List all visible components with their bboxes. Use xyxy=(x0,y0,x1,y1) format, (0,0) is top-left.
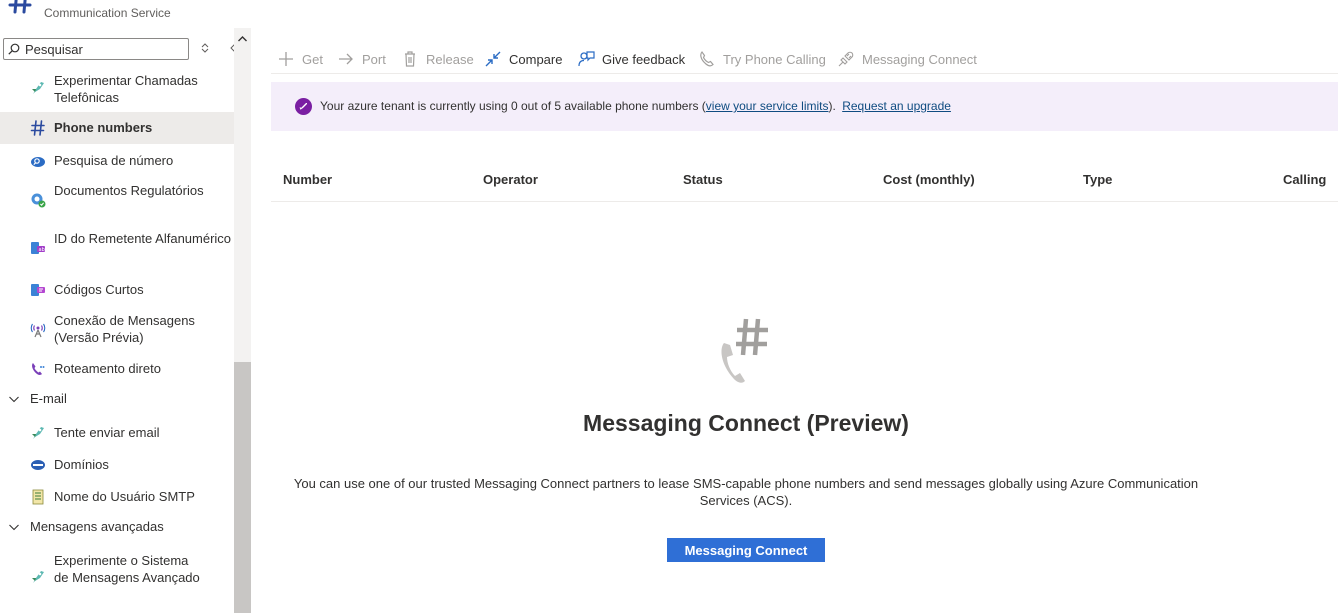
sidebar-item-short-codes[interactable]: Códigos Curtos xyxy=(0,274,234,306)
sidebar-item-label: Experimentar Chamadas Telefônicas xyxy=(54,73,198,105)
sidebar-nav: Experimentar Chamadas Telefônicas Phone … xyxy=(0,68,234,613)
smtp-icon xyxy=(29,488,47,506)
sidebar-group-advanced-messaging[interactable]: Mensagens avançadas xyxy=(0,513,234,541)
sidebar-item-label: Conexão de Mensagens (Versão Prévia) xyxy=(54,313,195,345)
sender-id-icon: ab xyxy=(29,239,47,257)
sidebar-group-label: E-mail xyxy=(30,391,67,406)
get-button-label: Get xyxy=(302,51,323,67)
number-search-icon xyxy=(29,152,47,170)
domains-icon xyxy=(29,456,47,474)
svg-text:ab: ab xyxy=(39,247,45,253)
broadcast-icon xyxy=(29,321,47,339)
short-codes-icon xyxy=(29,281,47,299)
messaging-connect-toolbar-label: Messaging Connect xyxy=(862,51,977,67)
sidebar-item-label: Phone numbers xyxy=(54,120,153,135)
column-header-operator[interactable]: Operator xyxy=(483,172,538,187)
try-phone-calling-button-label: Try Phone Calling xyxy=(723,51,826,67)
column-header-status[interactable]: Status xyxy=(683,172,723,187)
empty-state-title: Messaging Connect (Preview) xyxy=(583,410,909,436)
search-input[interactable] xyxy=(25,41,175,57)
sidebar-item-try-email[interactable]: Tente enviar email xyxy=(0,417,234,449)
sidebar-item-label: ID do Remetente Alfanumérico xyxy=(54,231,232,246)
chevron-down-icon xyxy=(9,396,19,403)
rocket-icon xyxy=(29,424,47,442)
give-feedback-button[interactable]: Give feedback xyxy=(577,48,685,70)
sidebar-item-direct-routing[interactable]: Roteamento direto xyxy=(0,354,234,384)
banner-message: Your azure tenant is currently using 0 o… xyxy=(320,99,706,113)
sidebar-item-messaging-connect[interactable]: Conexão de Mensagens (Versão Prévia) xyxy=(0,308,234,352)
sidebar-item-regulatory-documents[interactable]: Documentos Regulatórios xyxy=(0,178,234,222)
release-button-label: Release xyxy=(426,51,474,67)
sidebar-item-try-advanced-messaging[interactable]: Experimente o Sistema de Mensagens Avanç… xyxy=(0,547,234,607)
scrollbar-thumb[interactable] xyxy=(234,362,251,613)
sidebar-item-number-search[interactable]: Pesquisa de número xyxy=(0,145,234,177)
sidebar-item-phone-numbers[interactable]: Phone numbers xyxy=(0,112,234,144)
sidebar-group-label: Mensagens avançadas xyxy=(30,519,164,534)
app-window: Communication Service Experimentar Chama… xyxy=(0,0,1338,613)
sidebar-item-label: Domínios xyxy=(54,457,109,472)
column-header-number[interactable]: Number xyxy=(283,172,332,187)
banner-message-end: ). xyxy=(828,99,836,113)
view-service-limits-link[interactable]: view your service limits xyxy=(706,99,829,113)
trash-icon xyxy=(405,51,415,67)
request-upgrade-link[interactable]: Request an upgrade xyxy=(842,99,951,113)
release-button[interactable]: Release xyxy=(401,48,474,70)
compare-button[interactable]: Compare xyxy=(484,48,562,70)
sidebar-item-try-phone-calling[interactable]: Experimentar Chamadas Telefônicas xyxy=(0,68,234,108)
resource-type-subtitle: Communication Service xyxy=(44,6,171,20)
plus-icon xyxy=(279,52,293,66)
column-header-calling[interactable]: Calling xyxy=(1283,172,1326,187)
rocket-icon xyxy=(29,568,47,586)
sidebar-search[interactable] xyxy=(3,38,189,60)
empty-state-description: You can use one of our trusted Messaging… xyxy=(293,476,1199,508)
hash-icon xyxy=(8,0,32,14)
phone-numbers-table-header: Number Operator Status Cost (monthly) Ty… xyxy=(271,160,1338,202)
messaging-connect-toolbar-button[interactable]: Messaging Connect xyxy=(837,48,977,70)
give-feedback-button-label: Give feedback xyxy=(602,51,686,67)
arrow-right-icon xyxy=(339,53,353,65)
sidebar-item-domains[interactable]: Domínios xyxy=(0,449,234,481)
chevron-down-icon xyxy=(9,524,19,531)
column-header-cost[interactable]: Cost (monthly) xyxy=(883,172,975,187)
banner-text: Your azure tenant is currently using 0 o… xyxy=(320,99,951,113)
sidebar-item-label: Documentos Regulatórios xyxy=(54,183,204,198)
scroll-up-arrow-icon[interactable] xyxy=(237,34,248,44)
sidebar: Experimentar Chamadas Telefônicas Phone … xyxy=(0,28,251,613)
rocket-badge-icon xyxy=(295,98,312,115)
sidebar-item-label: Roteamento direto xyxy=(54,361,161,376)
get-button[interactable]: Get xyxy=(277,48,323,70)
sidebar-item-label: Experimente o Sistema de Mensagens Avanç… xyxy=(54,553,200,585)
sidebar-item-alphanumeric-sender-id[interactable]: ab ID do Remetente Alfanumérico xyxy=(0,226,234,270)
compare-button-label: Compare xyxy=(509,51,563,67)
port-button[interactable]: Port xyxy=(337,48,386,70)
phone-icon xyxy=(700,51,714,67)
column-header-type[interactable]: Type xyxy=(1083,172,1112,187)
sidebar-item-label: Tente enviar email xyxy=(54,425,160,440)
expand-collapse-toggle[interactable] xyxy=(197,40,213,56)
compare-arrows-icon xyxy=(485,51,501,67)
sidebar-item-label: Pesquisa de número xyxy=(54,153,174,168)
info-banner: Your azure tenant is currently using 0 o… xyxy=(271,82,1338,131)
port-button-label: Port xyxy=(362,51,386,67)
page-header: Communication Service xyxy=(0,0,1338,28)
hash-icon xyxy=(29,119,47,137)
sidebar-item-label: Códigos Curtos xyxy=(54,282,144,297)
messaging-connect-button[interactable]: Messaging Connect xyxy=(667,538,825,562)
search-icon xyxy=(8,43,20,55)
rocket-icon xyxy=(29,79,47,97)
sidebar-item-smtp-username[interactable]: Nome do Usuário SMTP xyxy=(0,481,234,513)
command-bar: Get Port Release Compare Give feedback T… xyxy=(271,44,1338,74)
plug-icon xyxy=(838,51,854,67)
try-phone-calling-button[interactable]: Try Phone Calling xyxy=(698,48,826,70)
up-down-chevron-icon xyxy=(201,43,209,53)
sidebar-item-label: Nome do Usuário SMTP xyxy=(54,489,195,504)
sidebar-scrollbar[interactable] xyxy=(234,28,251,613)
phone-hash-icon xyxy=(721,318,768,383)
sidebar-group-email[interactable]: E-mail xyxy=(0,385,234,413)
regulatory-docs-icon xyxy=(29,191,47,209)
phone-routing-icon xyxy=(29,360,47,378)
feedback-person-icon xyxy=(578,51,595,67)
